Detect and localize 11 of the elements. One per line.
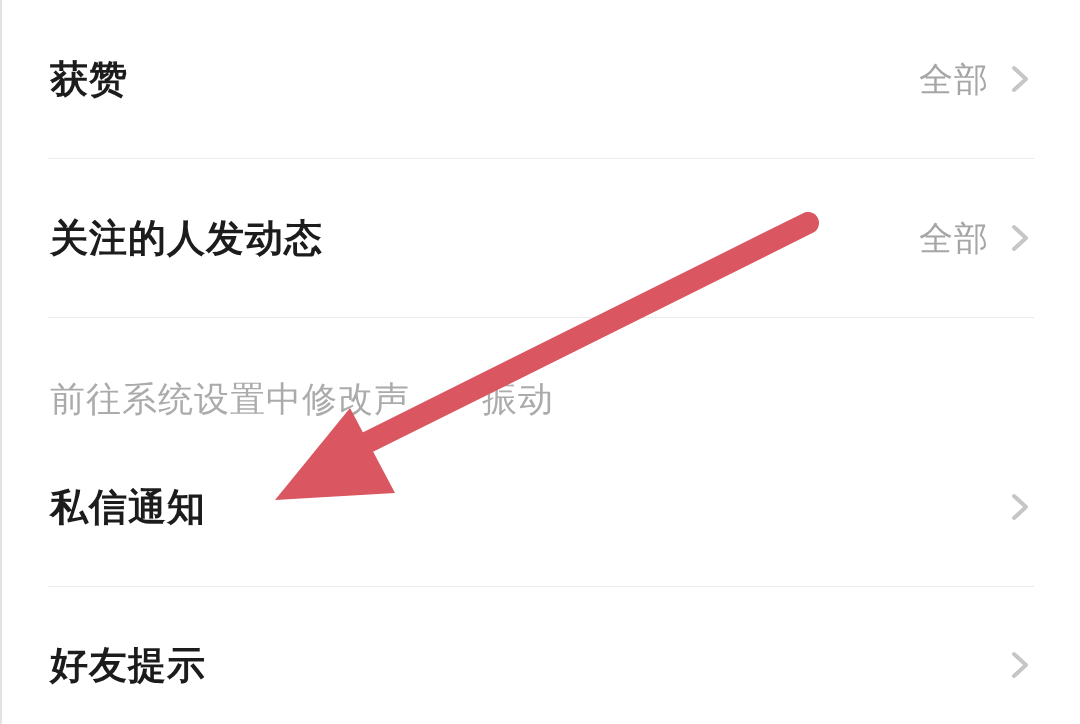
setting-label: 获赞: [50, 56, 128, 103]
setting-label: 私信通知: [50, 484, 206, 531]
chevron-right-icon: [1011, 65, 1029, 93]
chevron-right-icon: [1011, 224, 1029, 252]
setting-value: 全部: [919, 58, 989, 101]
setting-value: 全部: [919, 217, 989, 260]
chevron-right-icon: [1011, 493, 1029, 521]
setting-label: 关注的人发动态: [50, 215, 323, 262]
chevron-right-icon: [1011, 650, 1029, 679]
hint-text: 前往系统设置中修改声: [50, 378, 410, 420]
setting-label: 好友提示: [50, 641, 206, 689]
